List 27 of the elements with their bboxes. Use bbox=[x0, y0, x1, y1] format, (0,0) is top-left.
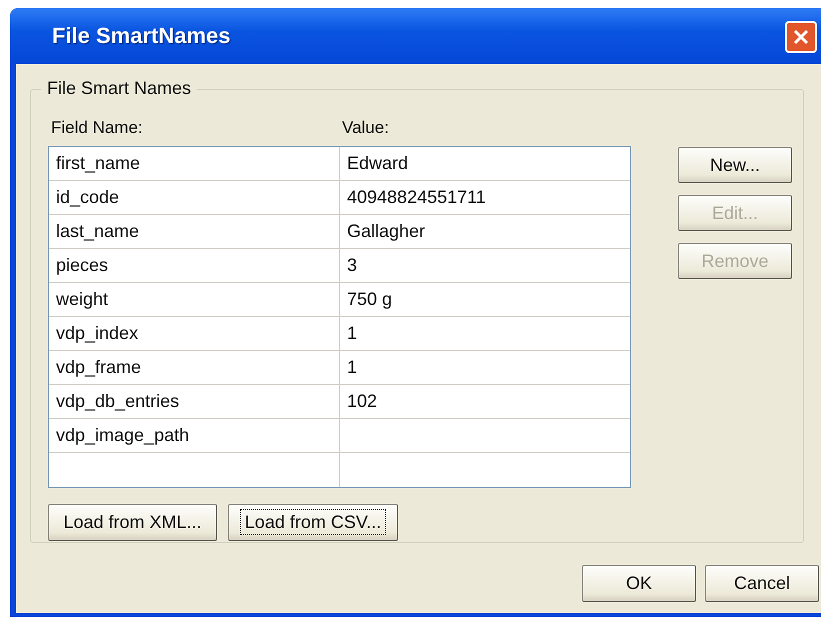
table-cell: pieces bbox=[49, 249, 340, 282]
column-header: Field Name: bbox=[50, 118, 144, 139]
table-cell-text: 1 bbox=[346, 356, 358, 379]
table-cell: id_code bbox=[49, 181, 340, 214]
table-cell-text: Gallagher bbox=[346, 220, 426, 243]
table-cell: vdp_index bbox=[49, 317, 340, 350]
table-cell-text: 3 bbox=[346, 254, 358, 277]
table-cell-text: 40948824551711 bbox=[346, 186, 487, 209]
table-cell-text: 750 g bbox=[346, 288, 394, 311]
window-title: File SmartNames bbox=[52, 23, 231, 49]
action-button[interactable]: New... bbox=[678, 147, 792, 183]
table-cell: last_name bbox=[49, 215, 340, 248]
close-icon bbox=[791, 27, 811, 47]
load-button[interactable]: Load from XML... bbox=[48, 504, 217, 541]
table-cell: vdp_frame bbox=[49, 351, 340, 384]
dialog-button[interactable]: Cancel bbox=[705, 565, 819, 602]
table-cell: first_name bbox=[49, 147, 340, 180]
dialog-button[interactable]: OK bbox=[582, 565, 696, 602]
table-cell-text: Edward bbox=[346, 152, 410, 175]
close-button[interactable] bbox=[785, 21, 817, 53]
table-cell-text: 1 bbox=[346, 322, 358, 345]
table-cell: weight bbox=[49, 283, 340, 316]
table-cell-text: 102 bbox=[346, 390, 378, 413]
column-header: Value: bbox=[342, 118, 389, 139]
load-button[interactable]: Load from CSV... bbox=[228, 504, 398, 541]
table-cell: vdp_image_path bbox=[49, 419, 340, 452]
table-cell: vdp_db_entries bbox=[49, 385, 340, 418]
